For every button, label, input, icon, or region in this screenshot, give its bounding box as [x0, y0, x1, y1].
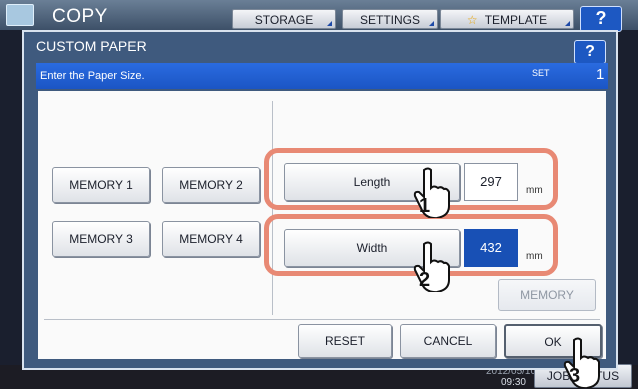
divider	[44, 319, 600, 320]
clock-time: 09:30	[500, 377, 526, 388]
set-label: SET	[532, 68, 550, 78]
storage-label: STORAGE	[254, 13, 314, 27]
pointer-hand-icon: 1	[413, 167, 450, 218]
message-bar: Enter the Paper Size. SET 1	[36, 63, 608, 89]
star-icon: ☆	[466, 13, 478, 27]
settings-label: SETTINGS	[359, 13, 420, 27]
memory-store-button[interactable]: MEMORY	[498, 279, 596, 311]
app-title: COPY	[52, 6, 108, 27]
pointer-hand-icon: 3	[563, 337, 600, 388]
step-number: 3	[569, 365, 580, 387]
reset-button[interactable]: RESET	[298, 324, 392, 358]
storage-button[interactable]: STORAGE	[232, 9, 336, 29]
dialog-title: CUSTOM PAPER	[36, 38, 147, 54]
pointer-hand-icon: 2	[413, 241, 450, 292]
corner-icon	[327, 21, 332, 26]
settings-button[interactable]: SETTINGS	[342, 9, 438, 29]
copy-icon	[6, 4, 34, 26]
corner-icon	[565, 21, 570, 26]
template-button[interactable]: ☆ TEMPLATE	[440, 9, 574, 29]
memory-2-button[interactable]: MEMORY 2	[162, 167, 260, 203]
step-number: 2	[419, 269, 430, 291]
set-number: 1	[596, 66, 605, 83]
corner-icon	[429, 21, 434, 26]
help-button[interactable]: ?	[580, 6, 622, 32]
instruction-text: Enter the Paper Size.	[40, 70, 145, 82]
memory-3-button[interactable]: MEMORY 3	[52, 221, 150, 257]
cancel-button[interactable]: CANCEL	[400, 324, 496, 358]
step-number: 1	[419, 195, 430, 217]
memory-4-button[interactable]: MEMORY 4	[162, 221, 260, 257]
memory-1-button[interactable]: MEMORY 1	[52, 167, 150, 203]
template-label: TEMPLATE	[484, 13, 548, 27]
dialog-help-button[interactable]: ?	[574, 40, 606, 64]
